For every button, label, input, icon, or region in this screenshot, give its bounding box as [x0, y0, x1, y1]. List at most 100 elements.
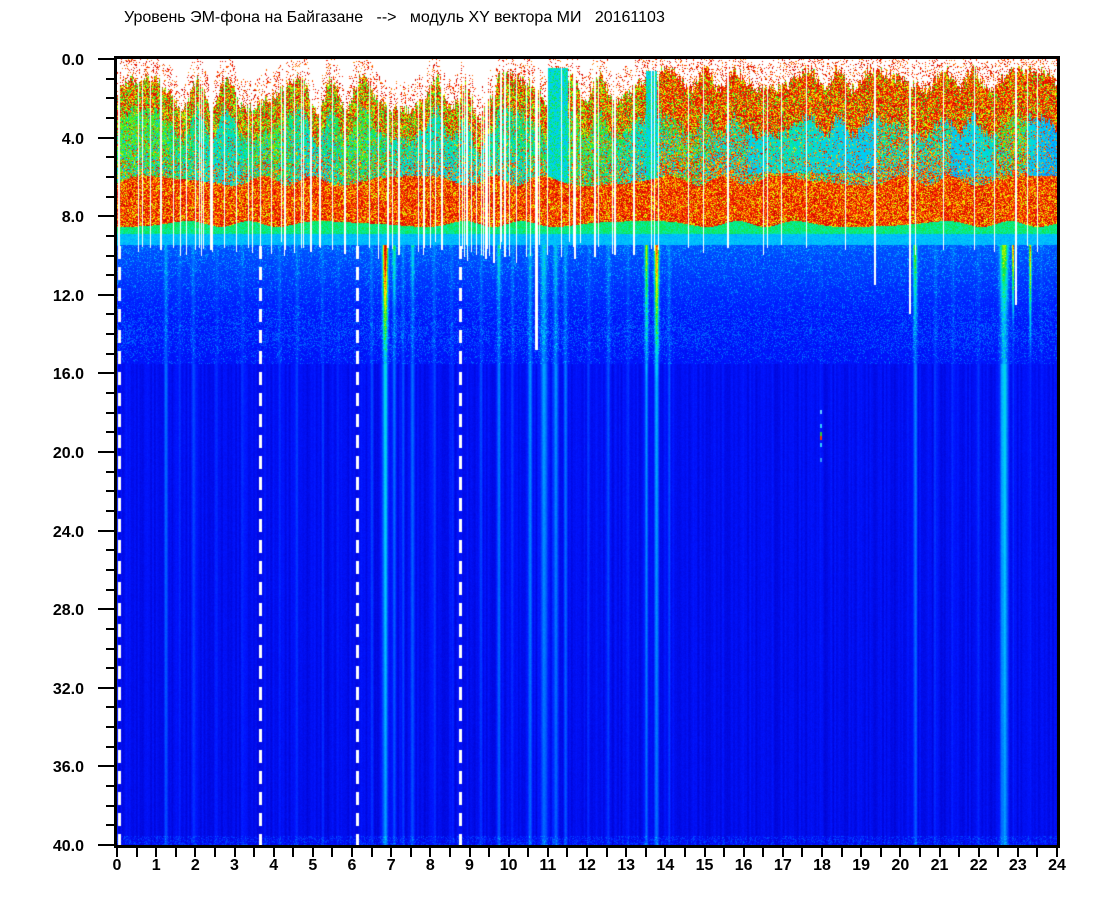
y-minor-tick — [106, 431, 114, 434]
y-axis-label: 28.0 — [52, 602, 84, 620]
x-axis-label: 17 — [773, 857, 792, 874]
y-minor-tick — [106, 726, 114, 729]
x-tick — [174, 848, 177, 857]
x-axis-label: 18 — [813, 857, 831, 874]
spectrogram-canvas — [117, 59, 1057, 845]
x-tick — [605, 848, 608, 857]
x-tick — [311, 848, 314, 857]
y-axis-label: 0.0 — [61, 52, 84, 69]
y-major-tick — [98, 529, 114, 532]
x-tick — [625, 848, 628, 857]
y-minor-tick — [106, 745, 114, 748]
x-tick — [977, 848, 980, 857]
y-minor-tick — [106, 392, 114, 395]
y-minor-tick — [106, 274, 114, 277]
x-tick — [664, 848, 667, 857]
x-axis-label: 3 — [230, 857, 239, 874]
x-tick — [742, 848, 745, 857]
x-tick — [586, 848, 588, 857]
x-axis-label: 14 — [656, 857, 675, 874]
y-minor-tick — [106, 667, 114, 670]
x-axis-label: 21 — [930, 857, 949, 874]
y-minor-tick — [106, 333, 114, 336]
x-tick — [762, 848, 765, 857]
y-axis-label: 32.0 — [52, 680, 84, 698]
y-major-tick — [98, 608, 114, 611]
x-axis-label: 0 — [112, 857, 122, 874]
y-minor-tick — [106, 706, 114, 709]
x-tick — [723, 848, 726, 857]
y-major-tick — [98, 686, 114, 689]
x-tick — [213, 848, 216, 857]
x-tick — [253, 848, 256, 857]
x-tick — [1036, 848, 1039, 857]
x-tick — [507, 848, 510, 857]
x-axis-label: 9 — [465, 857, 474, 874]
y-major-tick — [98, 765, 114, 768]
x-tick — [527, 848, 530, 857]
x-tick — [899, 848, 902, 857]
x-tick — [233, 848, 236, 857]
x-tick — [331, 848, 334, 857]
x-axis-label: 6 — [347, 857, 357, 874]
x-tick — [488, 848, 491, 857]
y-minor-tick — [106, 175, 114, 178]
x-tick — [448, 848, 451, 857]
y-minor-tick — [106, 588, 114, 591]
x-tick — [860, 848, 863, 857]
y-major-tick — [98, 293, 114, 296]
x-axis-label: 20 — [891, 857, 910, 874]
y-minor-tick — [106, 470, 114, 473]
x-tick — [801, 848, 804, 857]
x-tick — [821, 848, 823, 857]
y-axis-label: 8.0 — [61, 209, 84, 227]
y-major-tick — [98, 136, 114, 139]
x-axis-label: 5 — [308, 857, 318, 874]
x-axis-label: 24 — [1048, 857, 1066, 874]
y-axis-label: 36.0 — [52, 759, 84, 777]
x-tick — [958, 848, 961, 857]
y-minor-tick — [106, 824, 114, 827]
x-tick — [272, 848, 275, 857]
x-axis-label: 8 — [425, 857, 435, 874]
y-major-tick — [98, 215, 114, 218]
y-minor-tick — [106, 785, 114, 788]
x-tick — [566, 848, 569, 857]
y-axis-label: 16.0 — [52, 366, 84, 384]
y-axis-label: 12.0 — [52, 287, 84, 305]
x-tick — [292, 848, 295, 857]
y-minor-tick — [106, 352, 114, 355]
y-minor-tick — [106, 234, 114, 237]
x-axis-label: 13 — [617, 857, 636, 874]
x-tick — [351, 848, 353, 857]
y-minor-tick — [106, 313, 114, 316]
y-minor-tick — [106, 490, 114, 493]
x-tick — [938, 848, 941, 857]
y-axis-label: 4.0 — [61, 130, 84, 148]
x-tick — [390, 848, 393, 857]
x-tick — [1016, 848, 1019, 857]
y-minor-tick — [106, 97, 114, 100]
chart-title: Уровень ЭМ-фона на Байгазане --> модуль … — [124, 9, 665, 26]
y-minor-tick — [106, 804, 114, 807]
x-tick — [644, 848, 647, 857]
x-axis-label: 10 — [499, 857, 518, 874]
x-axis-label: 12 — [578, 857, 596, 874]
x-tick — [370, 848, 373, 857]
x-tick — [997, 848, 1000, 857]
x-axis-label: 1 — [151, 857, 161, 874]
x-axis-label: 7 — [386, 857, 396, 874]
x-tick — [155, 848, 158, 857]
y-minor-tick — [106, 254, 114, 257]
x-axis-label: 2 — [190, 857, 200, 874]
y-minor-tick — [106, 116, 114, 119]
y-axis-label: 40.0 — [52, 838, 84, 855]
x-axis-label: 11 — [539, 857, 557, 874]
x-tick — [781, 848, 784, 857]
x-tick — [468, 848, 471, 857]
y-minor-tick — [106, 509, 114, 512]
spectrogram-figure: Уровень ЭМ-фона на Байгазане --> модуль … — [0, 0, 1096, 900]
y-major-tick — [98, 58, 114, 60]
x-axis-label: 19 — [852, 857, 871, 874]
x-tick — [429, 848, 432, 857]
